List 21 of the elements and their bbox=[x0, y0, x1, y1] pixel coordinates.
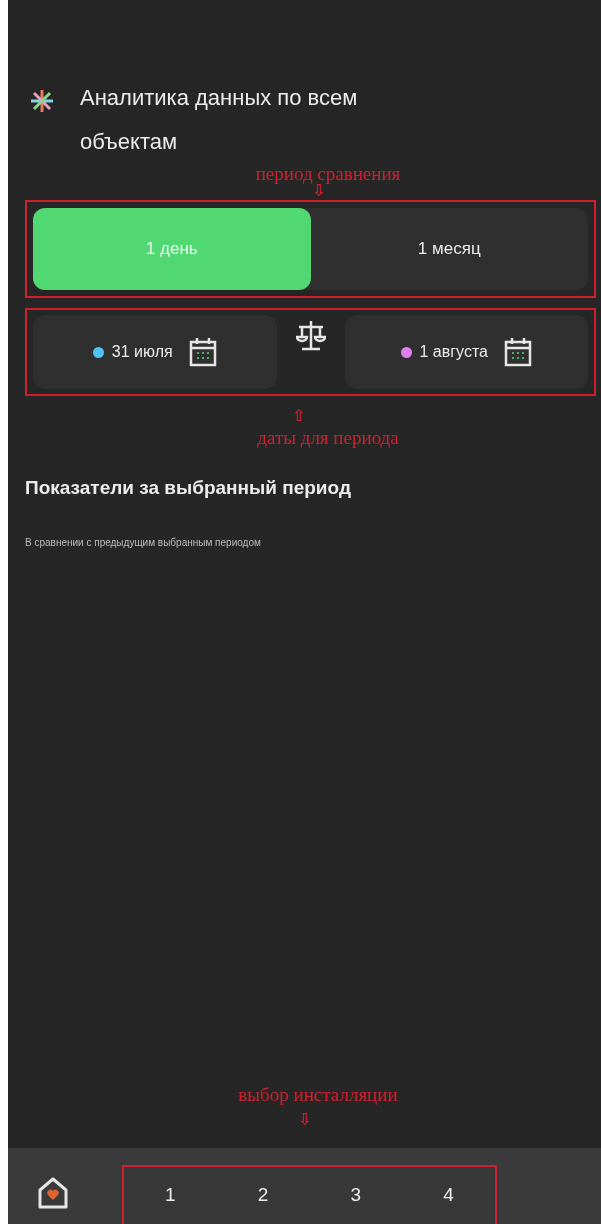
date-picker[interactable]: 31 июля bbox=[33, 315, 277, 389]
date-picker[interactable]: 1 августа bbox=[344, 315, 588, 389]
installation-tab[interactable]: 2 bbox=[253, 1181, 273, 1210]
annotation-label: даты для периода bbox=[256, 427, 400, 448]
arrow-icon: ⇩ bbox=[298, 1112, 312, 1128]
home-heart-icon[interactable] bbox=[37, 1176, 69, 1210]
annotation-label: период сравнения bbox=[254, 163, 402, 184]
installation-tab[interactable]: 3 bbox=[346, 1181, 366, 1210]
section-subtitle: В сравнении с предыдущим выбранным периодом bbox=[25, 535, 262, 550]
section-title: Показатели за выбранный период bbox=[25, 476, 352, 500]
calendar-icon bbox=[503, 337, 532, 367]
period-tab[interactable]: 1 месяц bbox=[310, 208, 588, 290]
arrow-icon: ⇩ bbox=[312, 183, 326, 199]
arrow-icon: ⇧ bbox=[292, 408, 306, 424]
asterisk-icon bbox=[30, 89, 54, 113]
calendar-icon bbox=[188, 337, 217, 367]
page-title: Аналитика данных по всем объектам bbox=[80, 84, 359, 156]
annotation-label: выбор инсталляции bbox=[237, 1084, 399, 1105]
scales-icon bbox=[295, 319, 326, 353]
installation-tab[interactable]: 4 bbox=[439, 1181, 458, 1210]
installation-tab[interactable]: 1 bbox=[161, 1181, 180, 1210]
